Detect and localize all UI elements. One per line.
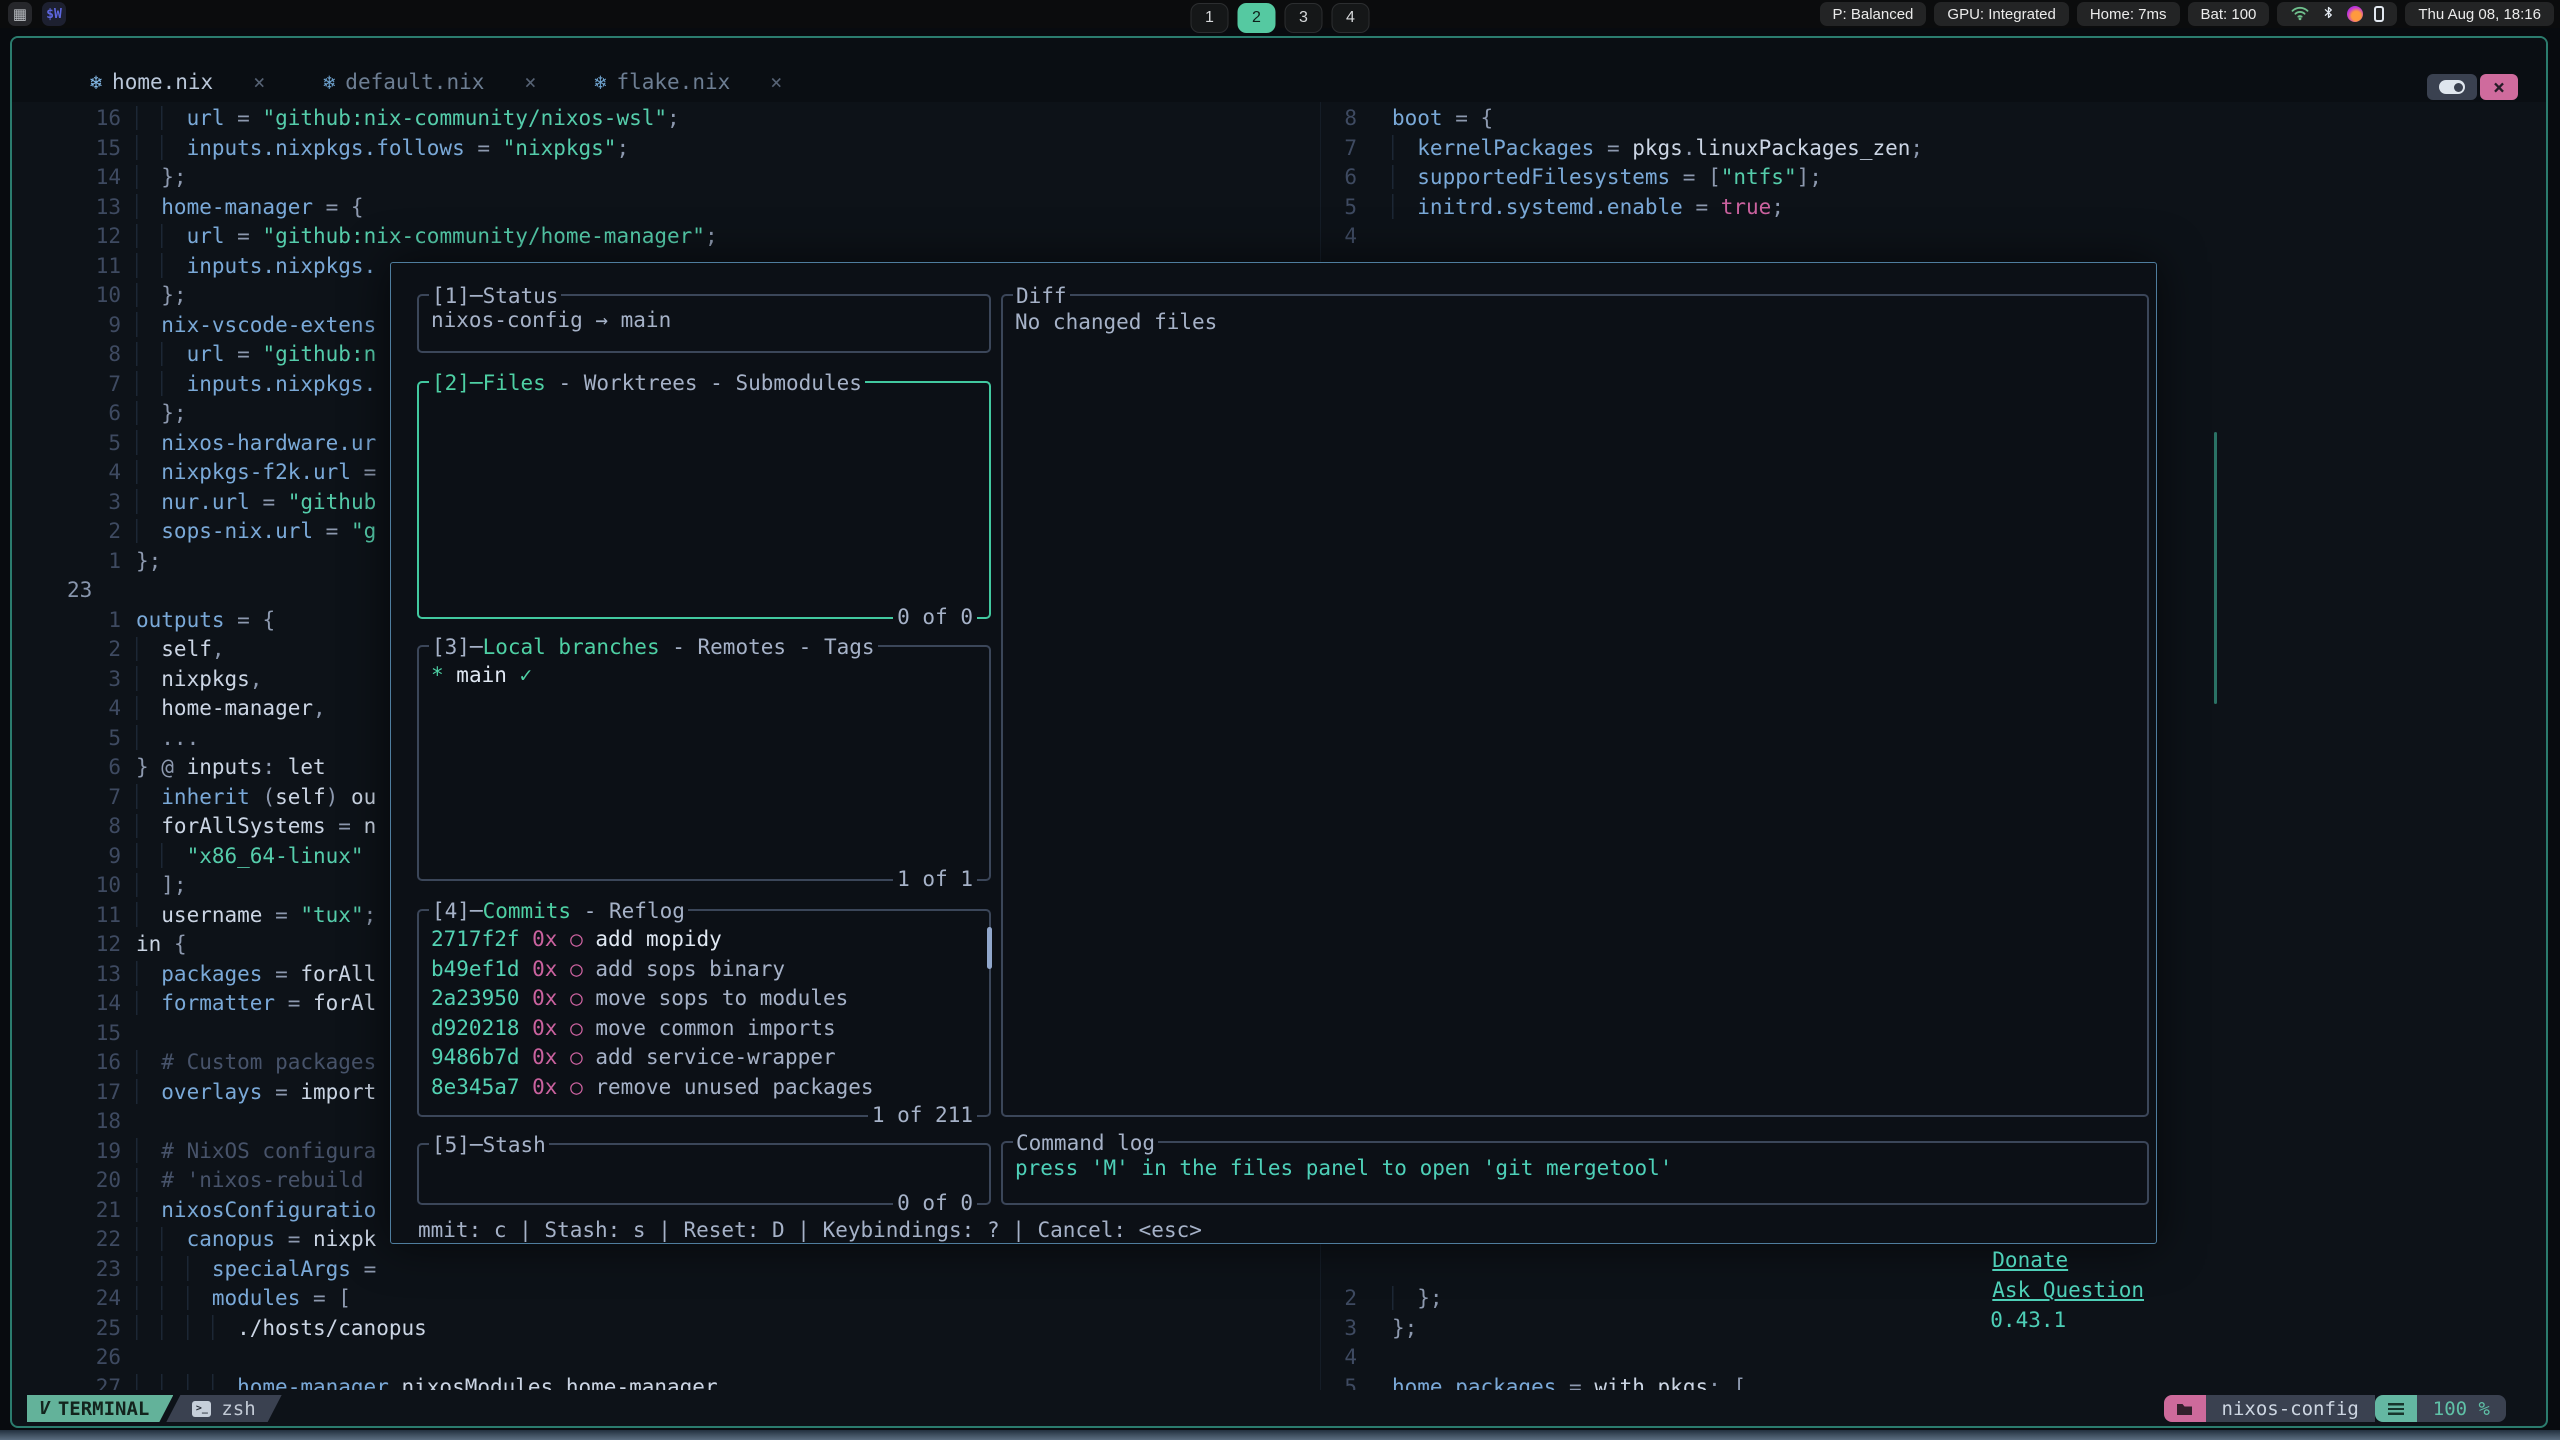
battery-module[interactable]: Bat: 100 <box>2188 2 2270 26</box>
desktop-bottom-strip <box>0 1430 2560 1440</box>
tab-flake-nix[interactable]: ❄ flake.nix × <box>594 70 782 94</box>
clock-module[interactable]: Thu Aug 08, 18:16 <box>2405 2 2554 26</box>
wifi-icon[interactable] <box>2290 4 2310 25</box>
toggle-icon <box>2439 80 2465 94</box>
lazygit-commits-panel[interactable]: [4]─Commits - Reflog 2717f2f 0x ○ add mo… <box>417 909 991 1117</box>
home-ping-module[interactable]: Home: 7ms <box>2077 2 2180 26</box>
toggle-button[interactable] <box>2427 74 2477 100</box>
vpn-icon[interactable] <box>2347 6 2363 22</box>
commits-panel-title: [4]─Commits - Reflog <box>429 896 688 926</box>
system-tray <box>2277 2 2397 26</box>
top-status-bar: ▦ $W 1 2 3 4 P: Balanced GPU: Integrated… <box>0 0 2560 28</box>
phone-icon[interactable] <box>2374 6 2384 22</box>
lazygit-stash-panel[interactable]: [5]─Stash 0 of 0 <box>417 1143 991 1205</box>
terminal-prompt-icon: >_ <box>192 1401 211 1417</box>
commits-scrollbar-thumb[interactable] <box>987 927 992 969</box>
workspace-4[interactable]: 4 <box>1332 3 1370 33</box>
diff-content: No changed files <box>1003 296 2147 338</box>
buffer-tab-bar: ❄ home.nix × ❄ default.nix × ❄ flake.nix… <box>12 38 2546 102</box>
bluetooth-icon[interactable] <box>2321 4 2336 25</box>
nix-snowflake-icon: ❄ <box>90 70 102 94</box>
tab-home-nix[interactable]: ❄ home.nix × <box>90 70 265 94</box>
shell-segment: >_ zsh <box>166 1395 281 1422</box>
workspace-1[interactable]: 1 <box>1191 3 1229 33</box>
tab-default-nix[interactable]: ❄ default.nix × <box>323 70 536 94</box>
project-label: nixos-config <box>2206 1395 2375 1422</box>
tab-close-icon[interactable]: × <box>524 70 536 94</box>
lazygit-files-panel[interactable]: [2]─Files - Worktrees - Submodules 0 of … <box>417 381 991 619</box>
command-log-content: press 'M' in the files panel to open 'gi… <box>1003 1143 2147 1184</box>
scroll-progress: 100 % <box>2417 1395 2506 1422</box>
stash-count: 0 of 0 <box>893 1188 977 1218</box>
mode-segment: V TERMINAL <box>27 1395 173 1422</box>
terminal-window: ❄ home.nix × ❄ default.nix × ❄ flake.nix… <box>10 36 2548 1428</box>
statusline: V TERMINAL >_ zsh nixos-config 100 % <box>12 1395 2546 1422</box>
lazygit-status-panel[interactable]: [1]─Status nixos-config → main <box>417 294 991 353</box>
commits-count: 1 of 211 <box>868 1100 977 1130</box>
workspace-3[interactable]: 3 <box>1285 3 1323 33</box>
gpu-module[interactable]: GPU: Integrated <box>1934 2 2068 26</box>
status-modules: P: Balanced GPU: Integrated Home: 7ms Ba… <box>1820 2 2554 26</box>
mode-label: TERMINAL <box>58 1398 150 1420</box>
commit-list[interactable]: 2717f2f 0x ○ add mopidyb49ef1d 0x ○ add … <box>419 911 989 1102</box>
wezterm-icon[interactable]: $W <box>42 2 66 26</box>
lazygit-version: 0.43.1 <box>1990 1308 2066 1332</box>
lazygit-command-log-panel[interactable]: Command log press 'M' in the files panel… <box>1001 1141 2149 1205</box>
apps-grid-icon[interactable]: ▦ <box>8 2 32 26</box>
branches-panel-title: [3]─Local branches - Remotes - Tags <box>429 632 878 662</box>
folder-icon <box>2164 1395 2206 1422</box>
files-panel-title: [2]─Files - Worktrees - Submodules <box>429 368 865 398</box>
workspace-2-active[interactable]: 2 <box>1238 3 1276 33</box>
right-pane-scrollbar[interactable] <box>2214 432 2217 704</box>
list-icon <box>2375 1395 2417 1422</box>
stash-panel-title: [5]─Stash <box>429 1130 549 1160</box>
window-close-button[interactable]: × <box>2480 74 2518 100</box>
lazygit-branches-panel[interactable]: [3]─Local branches - Remotes - Tags * ma… <box>417 645 991 881</box>
files-count: 0 of 0 <box>893 602 977 632</box>
shell-label: zsh <box>221 1398 255 1420</box>
lazygit-diff-panel[interactable]: Diff No changed files <box>1001 294 2149 1117</box>
status-panel-title: [1]─Status <box>429 281 561 311</box>
nix-snowflake-icon: ❄ <box>323 70 335 94</box>
workspace-switcher: 1 2 3 4 <box>1191 3 1370 33</box>
diff-panel-title: Diff <box>1013 281 1070 311</box>
branches-count: 1 of 1 <box>893 864 977 894</box>
ask-question-link[interactable]: Ask Question <box>1992 1278 2144 1302</box>
donate-link[interactable]: Donate <box>1992 1248 2068 1272</box>
power-profile-module[interactable]: P: Balanced <box>1820 2 1927 26</box>
vim-icon: V <box>39 1398 50 1419</box>
tab-close-icon[interactable]: × <box>770 70 782 94</box>
nix-snowflake-icon: ❄ <box>594 70 606 94</box>
tab-close-icon[interactable]: × <box>253 70 265 94</box>
command-log-title: Command log <box>1013 1128 1158 1158</box>
launcher-icons: ▦ $W <box>8 2 66 26</box>
lazygit-popup: [1]─Status nixos-config → main [2]─Files… <box>390 262 2157 1244</box>
keybindings-hint: mmit: c | Stash: s | Reset: D | Keybindi… <box>418 1215 1202 1365</box>
